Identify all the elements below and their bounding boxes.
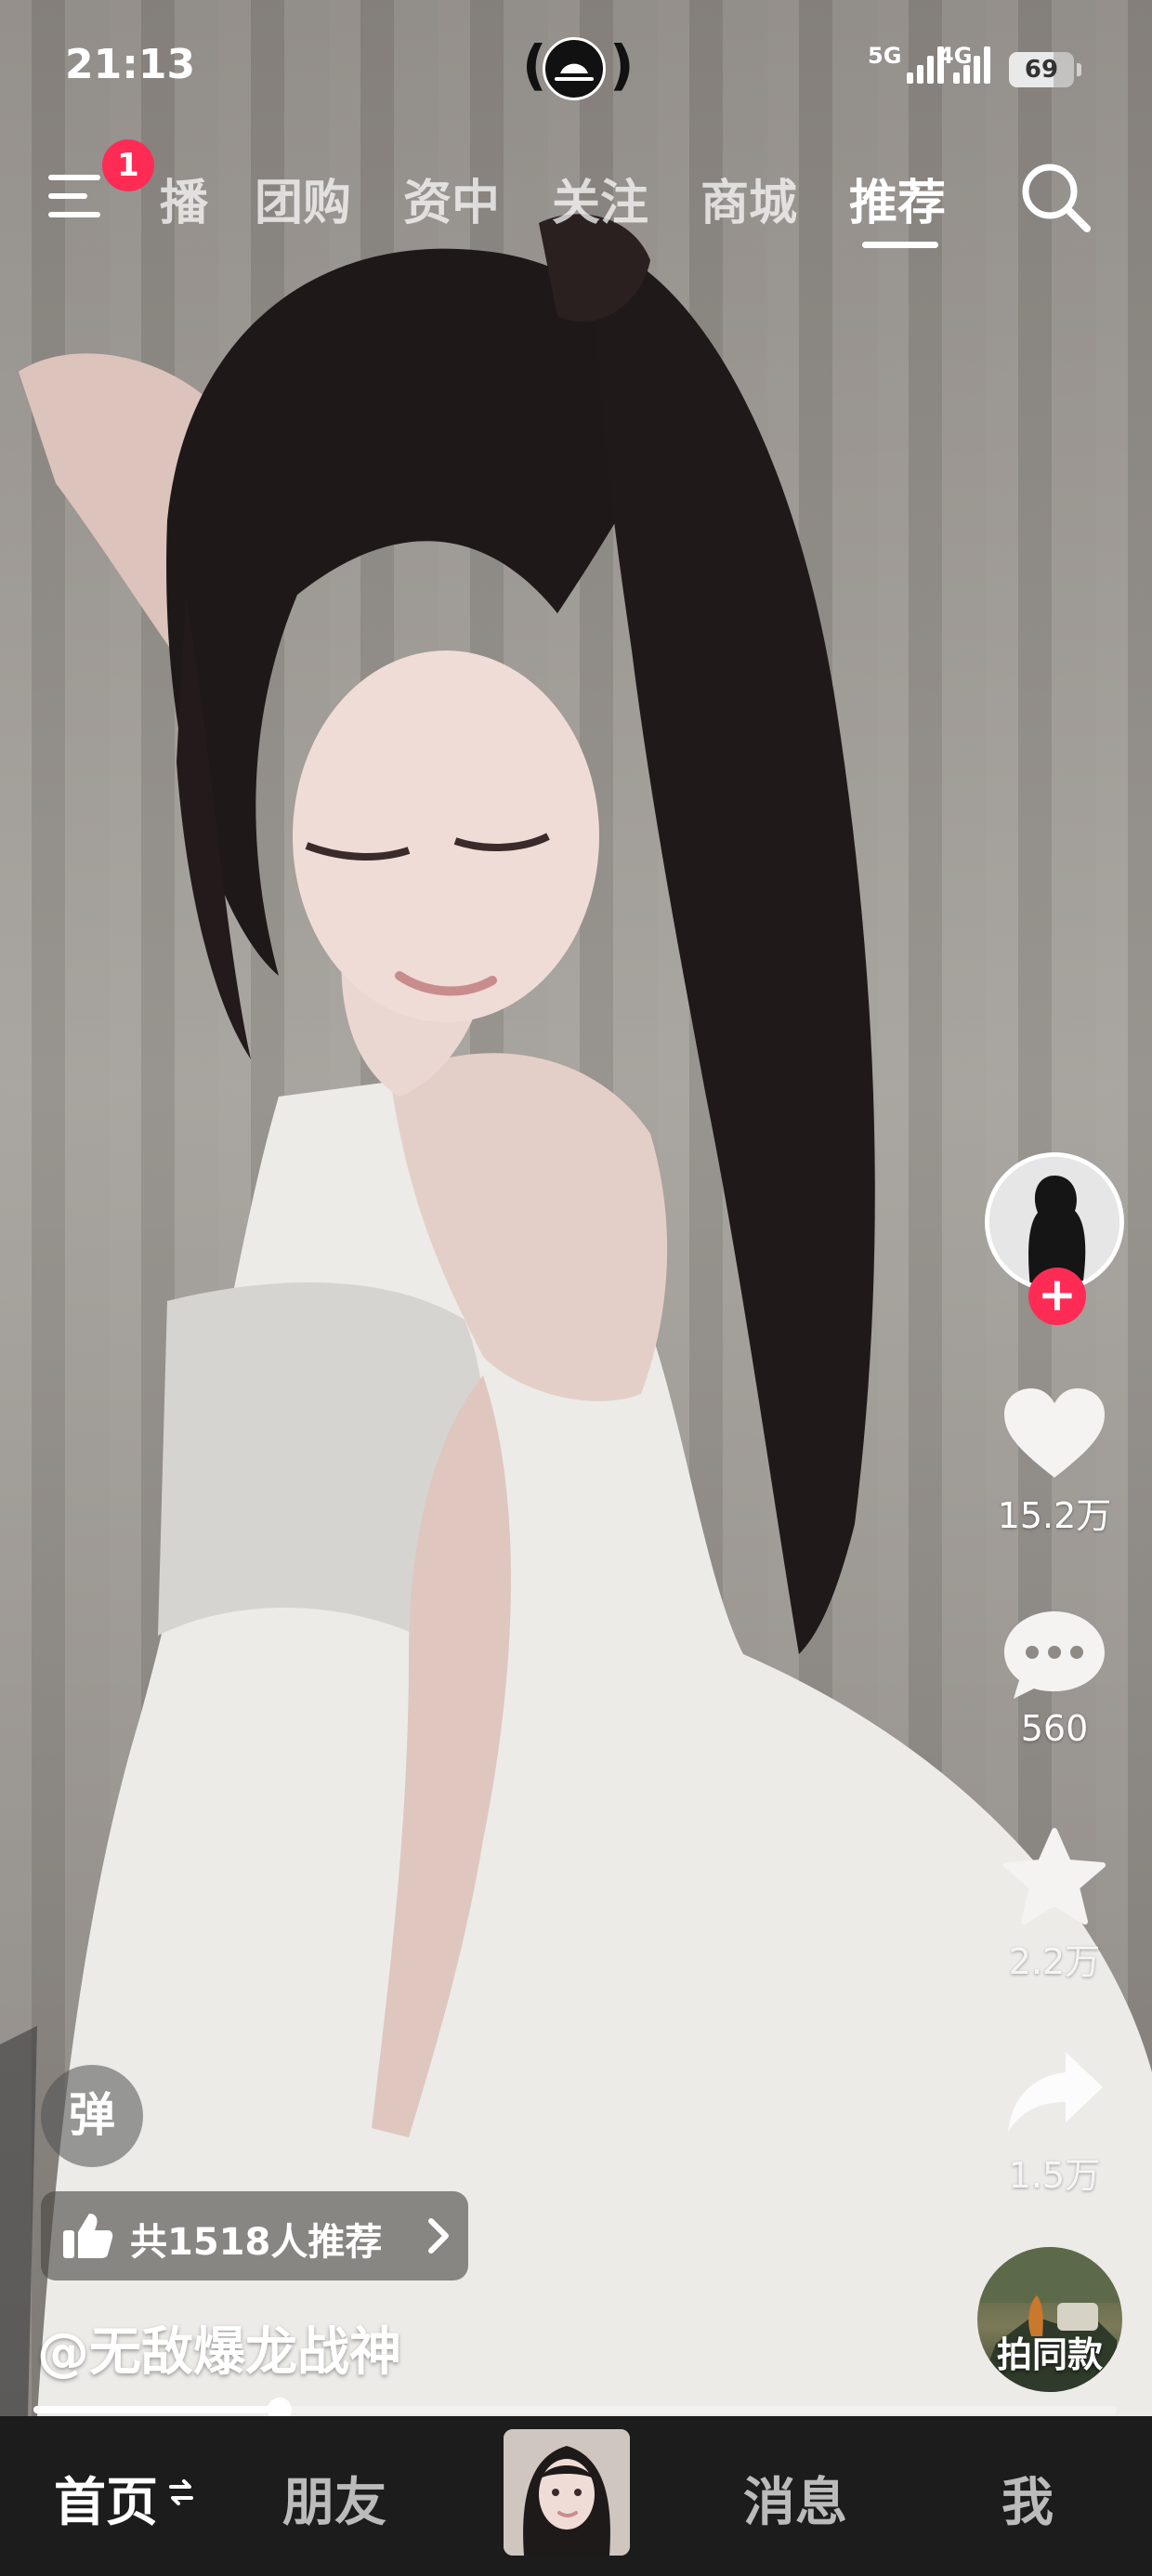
hotspot-icon <box>543 37 606 100</box>
progress-fill <box>33 2406 280 2413</box>
comment-button[interactable]: 560 <box>966 1606 1143 1749</box>
status-bar: 21:13 ( ) 5G 4G 69 <box>0 0 1152 139</box>
recommend-chip[interactable]: 共1518人推荐 <box>41 2191 468 2280</box>
battery-icon: 69 <box>1009 52 1081 87</box>
island-right-bracket: ) <box>609 33 635 97</box>
menu-icon[interactable] <box>48 167 111 227</box>
favorite-button[interactable]: 2.2万 <box>966 1827 1143 1984</box>
tab-mall[interactable]: 商城 <box>700 164 797 233</box>
bottom-nav: 首页 朋友 消息 我 <box>0 2416 1152 2576</box>
top-nav: 1 播 团购 资中 关注 商城 推荐 <box>0 139 1152 260</box>
comment-icon <box>1004 1611 1105 1699</box>
dynamic-island: ( ) <box>522 33 635 104</box>
tab-group-buy[interactable]: 团购 <box>255 164 351 233</box>
tab-live[interactable]: 播 <box>160 164 208 233</box>
battery-level: 69 <box>1024 56 1059 84</box>
signal-5g-label: 5G <box>868 43 902 69</box>
same-style-button[interactable]: 拍同款 <box>977 2247 1122 2392</box>
video-progress-bar[interactable] <box>33 2398 1117 2422</box>
notification-badge: 1 <box>102 139 154 191</box>
tab-following[interactable]: 关注 <box>552 164 648 233</box>
share-count: 1.5万 <box>1008 2155 1101 2196</box>
tab-local[interactable]: 资中 <box>403 164 500 233</box>
heart-icon <box>1004 1388 1105 1478</box>
nav-me[interactable]: 我 <box>1001 2461 1054 2536</box>
same-style-label: 拍同款 <box>996 2334 1103 2375</box>
author-name[interactable]: @无敌爆龙战神 <box>37 2310 401 2385</box>
create-thumbnail <box>504 2429 630 2556</box>
nav-home[interactable]: 首页 <box>54 2461 158 2536</box>
nav-messages[interactable]: 消息 <box>743 2461 847 2536</box>
follow-button[interactable]: + <box>1028 1268 1086 1325</box>
share-icon <box>1008 2052 1103 2132</box>
signal-bars-icon <box>953 46 992 84</box>
swap-icon[interactable] <box>167 2476 195 2509</box>
danmaku-toggle[interactable]: 弹 <box>41 2065 143 2167</box>
tab-recommend[interactable]: 推荐 <box>849 164 946 233</box>
search-icon[interactable] <box>1018 160 1094 236</box>
nav-friends[interactable]: 朋友 <box>282 2461 386 2536</box>
recommend-text: 共1518人推荐 <box>130 2221 383 2264</box>
like-count: 15.2万 <box>997 1495 1112 1536</box>
chevron-right-icon <box>428 2218 449 2254</box>
favorite-count: 2.2万 <box>1008 1941 1101 1982</box>
author-avatar-button[interactable]: + <box>975 1143 1133 1325</box>
status-time: 21:13 <box>65 41 196 88</box>
star-icon <box>1003 1828 1106 1925</box>
share-button[interactable]: 1.5万 <box>966 2044 1143 2198</box>
create-button[interactable] <box>504 2429 630 2556</box>
thumbs-up-icon <box>63 2214 113 2258</box>
active-tab-indicator <box>862 242 938 248</box>
comment-count: 560 <box>1020 1708 1089 1749</box>
like-button[interactable]: 15.2万 <box>966 1385 1143 1538</box>
